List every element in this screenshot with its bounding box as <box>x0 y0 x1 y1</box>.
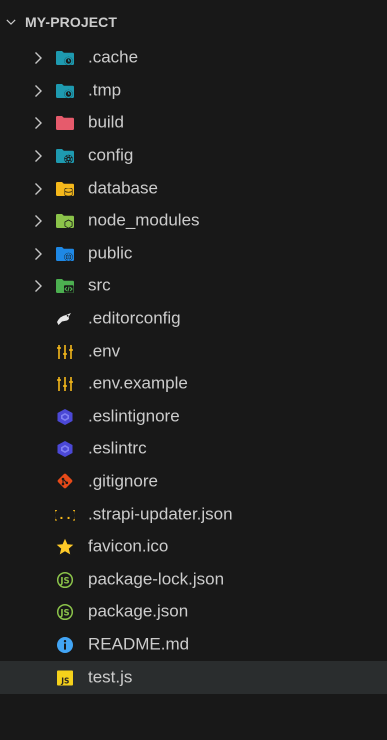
file-row-package-lock-json[interactable]: JS package-lock.json <box>0 564 387 597</box>
folder-label: node_modules <box>88 210 200 230</box>
eslint-icon <box>55 440 75 458</box>
file-row-dot-gitignore[interactable]: .gitignore <box>0 466 387 499</box>
folder-src-icon <box>55 277 75 295</box>
file-label: README.md <box>88 634 190 654</box>
folder-database-icon <box>55 180 75 198</box>
javascript-icon: JS <box>55 669 75 687</box>
editorconfig-icon <box>55 310 75 328</box>
eslint-icon <box>55 408 75 426</box>
file-label: .gitignore <box>88 471 158 491</box>
file-label: favicon.ico <box>88 536 169 556</box>
folder-clock-icon <box>55 82 75 100</box>
chevron-right-icon[interactable] <box>32 116 44 130</box>
svg-text:JS: JS <box>59 609 69 619</box>
nodejs-icon: JS <box>55 603 75 621</box>
folder-clock-icon <box>55 49 75 67</box>
file-label: package-lock.json <box>88 569 225 589</box>
chevron-right-icon[interactable] <box>32 182 44 196</box>
folder-label: .tmp <box>88 80 122 100</box>
folder-row-database[interactable]: database <box>0 172 387 205</box>
info-icon <box>55 636 75 654</box>
file-row-dot-eslintignore[interactable]: .eslintignore <box>0 401 387 434</box>
file-row-package-json[interactable]: JS package.json <box>0 596 387 629</box>
file-label: .eslintrc <box>88 439 147 459</box>
folder-row-node-modules[interactable]: node_modules <box>0 205 387 238</box>
folder-label: database <box>88 178 158 198</box>
explorer-section-title: MY-PROJECT <box>25 14 118 30</box>
folder-row-dot-tmp[interactable]: .tmp <box>0 75 387 108</box>
env-icon <box>55 343 75 361</box>
folder-build-icon <box>55 114 75 132</box>
svg-text:JS: JS <box>59 576 69 586</box>
folder-row-public[interactable]: public <box>0 238 387 271</box>
folder-label: build <box>88 113 124 133</box>
file-row-test-js[interactable]: JS test.js <box>0 661 387 694</box>
file-label: .editorconfig <box>88 308 181 328</box>
folder-label: .cache <box>88 47 139 67</box>
file-row-dot-strapi-updater-json[interactable]: {..} .strapi-updater.json <box>0 498 387 531</box>
svg-text:{..}: {..} <box>55 508 75 522</box>
git-icon <box>55 473 75 491</box>
folder-public-icon <box>55 245 75 263</box>
folder-row-src[interactable]: src <box>0 270 387 303</box>
chevron-right-icon[interactable] <box>32 214 44 228</box>
folder-label: config <box>88 145 134 165</box>
file-label: package.json <box>88 601 189 621</box>
file-label: test.js <box>88 667 133 687</box>
folder-row-dot-cache[interactable]: .cache <box>0 42 387 75</box>
chevron-right-icon[interactable] <box>32 51 44 65</box>
file-label: .eslintignore <box>88 406 180 426</box>
chevron-right-icon[interactable] <box>32 247 44 261</box>
folder-row-config[interactable]: config <box>0 140 387 173</box>
env-icon <box>55 375 75 393</box>
folder-row-build[interactable]: build <box>0 107 387 140</box>
explorer-section-header[interactable]: MY-PROJECT <box>0 10 387 34</box>
folder-label: src <box>88 276 111 296</box>
chevron-right-icon[interactable] <box>32 149 44 163</box>
file-row-readme-md[interactable]: README.md <box>0 629 387 662</box>
file-row-dot-env-example[interactable]: .env.example <box>0 368 387 401</box>
file-explorer: MY-PROJECT .cache .tmp build config database… <box>0 0 387 740</box>
svg-text:JS: JS <box>60 676 69 685</box>
file-tree: .cache .tmp build config database node_module… <box>0 42 387 694</box>
chevron-down-icon <box>6 18 16 26</box>
folder-config-icon <box>55 147 75 165</box>
file-label: .env <box>88 341 121 361</box>
file-row-dot-editorconfig[interactable]: .editorconfig <box>0 303 387 336</box>
chevron-right-icon[interactable] <box>32 279 44 293</box>
json-icon: {..} <box>55 506 75 524</box>
file-row-favicon-ico[interactable]: favicon.ico <box>0 531 387 564</box>
file-label: .strapi-updater.json <box>88 504 233 524</box>
chevron-right-icon[interactable] <box>32 84 44 98</box>
folder-node-icon <box>55 212 75 230</box>
file-label: .env.example <box>88 373 188 393</box>
folder-label: public <box>88 243 133 263</box>
star-icon <box>55 538 75 556</box>
file-row-dot-eslintrc[interactable]: .eslintrc <box>0 433 387 466</box>
nodejs-icon: JS <box>55 571 75 589</box>
file-row-dot-env[interactable]: .env <box>0 335 387 368</box>
